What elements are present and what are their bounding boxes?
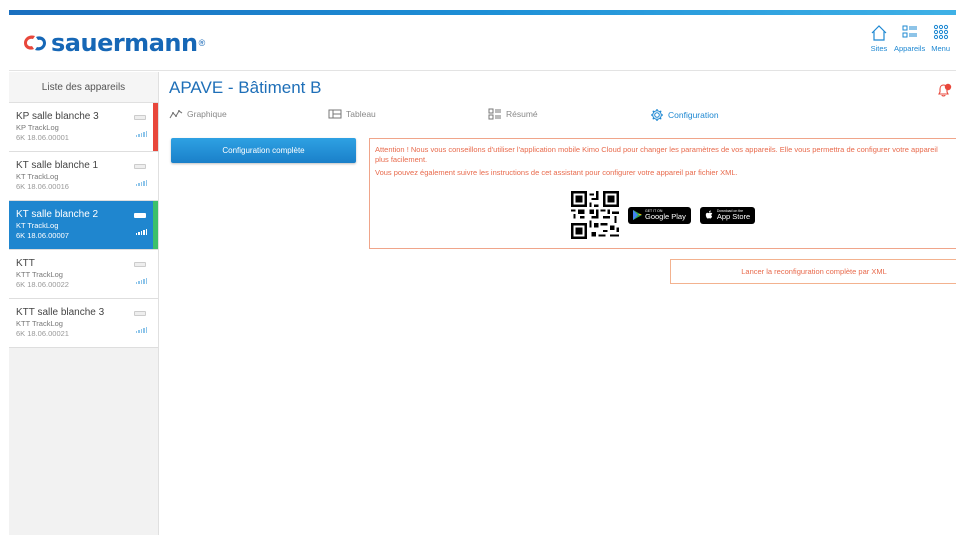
logo-mark-icon <box>24 35 46 51</box>
battery-icon <box>134 262 146 267</box>
table-icon <box>328 109 342 119</box>
tab-graphique-label: Graphique <box>187 109 227 119</box>
notification-bell-icon[interactable] <box>936 82 952 98</box>
nav-sites-label: Sites <box>870 44 888 53</box>
grid-icon <box>933 24 948 40</box>
status-flag <box>153 201 158 249</box>
apple-icon <box>705 210 713 219</box>
app-store-badge[interactable]: Download on the App Store <box>699 206 756 224</box>
tab-resume[interactable]: Résumé <box>488 108 538 120</box>
nav-appareils[interactable]: Appareils <box>894 24 925 53</box>
device-item[interactable]: KTT KTT TrackLog 6K 18.06.00022 <box>9 250 158 299</box>
signal-icon <box>135 278 147 284</box>
registered-mark: ® <box>198 38 206 48</box>
device-item[interactable]: KP salle blanche 3 KP TrackLog 6K 18.06.… <box>9 103 158 152</box>
xml-reconfiguration-button[interactable]: Lancer la reconfiguration complète par X… <box>670 259 956 284</box>
main-content: APAVE - Bâtiment B Graphique Tableau Rés… <box>160 72 956 535</box>
signal-icon <box>135 229 147 235</box>
app-store-big-text: App Store <box>716 212 751 221</box>
warning-alert: Attention ! Nous vous conseillons d'util… <box>369 138 956 249</box>
tab-tableau[interactable]: Tableau <box>328 108 376 120</box>
tab-configuration-label: Configuration <box>668 110 719 120</box>
signal-icon <box>135 327 147 333</box>
alarm-flag <box>153 103 158 151</box>
device-item[interactable]: KT salle blanche 1 KT TrackLog 6K 18.06.… <box>9 152 158 201</box>
app-download-row: GET IT ON Google Play Download on the Ap… <box>571 191 756 239</box>
nav-menu[interactable]: Menu <box>931 24 950 53</box>
battery-icon <box>134 164 146 169</box>
gear-icon <box>651 109 663 121</box>
device-item[interactable]: KTT salle blanche 3 KTT TrackLog 6K 18.0… <box>9 299 158 348</box>
app-header: sauermann ® Sites Appareils Menu <box>9 15 956 71</box>
line-chart-icon <box>169 110 183 119</box>
tab-configuration[interactable]: Configuration <box>650 108 719 122</box>
nav-sites[interactable]: Sites <box>870 24 888 53</box>
battery-icon <box>134 311 146 316</box>
device-sidebar: Liste des appareils KP salle blanche 3 K… <box>9 72 159 535</box>
header-nav: Sites Appareils Menu <box>870 24 950 53</box>
battery-icon <box>134 115 146 120</box>
device-item-selected[interactable]: KT salle blanche 2 KT TrackLog 6K 18.06.… <box>9 201 158 250</box>
signal-icon <box>135 131 147 137</box>
sauermann-logo[interactable]: sauermann ® <box>21 29 205 57</box>
sidebar-title: Liste des appareils <box>9 72 158 103</box>
page-title: APAVE - Bâtiment B <box>169 78 322 97</box>
alert-message: Attention ! Nous vous conseillons d'util… <box>375 145 938 164</box>
nav-menu-label: Menu <box>931 44 950 53</box>
battery-icon <box>134 213 146 218</box>
full-configuration-button[interactable]: Configuration complète <box>171 138 356 163</box>
tab-graphique[interactable]: Graphique <box>169 108 227 120</box>
tab-tableau-label: Tableau <box>346 109 376 119</box>
summary-icon <box>488 108 501 120</box>
qr-code-icon <box>571 191 619 239</box>
alert-instruction: Vous pouvez également suivre les instruc… <box>375 168 738 177</box>
tab-resume-label: Résumé <box>506 109 538 119</box>
home-icon <box>871 25 887 41</box>
google-play-icon <box>633 210 642 220</box>
google-play-big-text: Google Play <box>645 212 686 221</box>
logo-text: sauermann <box>51 29 198 57</box>
view-tabs: Graphique Tableau Résumé Configuration <box>160 108 956 128</box>
nav-appareils-label: Appareils <box>893 44 926 53</box>
google-play-badge[interactable]: GET IT ON Google Play <box>628 206 691 224</box>
signal-icon <box>135 180 147 186</box>
list-icon <box>902 25 917 38</box>
